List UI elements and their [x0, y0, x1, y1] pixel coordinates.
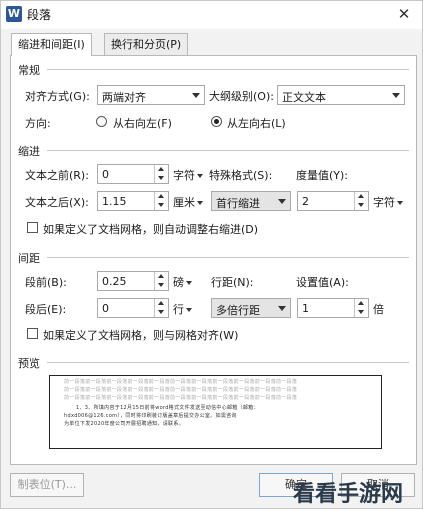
chevron-down-icon: [192, 93, 200, 98]
preview-previous-line: 前一段落前一段落前一段落前一段落前一段落前一段落前一段落前一段落前一段落前一段落…: [64, 379, 298, 385]
paragraph-dialog: W 段落 ✕ 缩进和间距(I) 换行和分页(P) 常规 对齐方式(G): 两端对…: [0, 0, 423, 509]
measure-spinner[interactable]: 2: [297, 191, 369, 211]
wps-writer-icon: W: [6, 6, 22, 22]
unit-dropdown-icon: [197, 201, 203, 205]
space-before-spinner[interactable]: 0.25: [97, 271, 169, 291]
alignment-label: 对齐方式(G):: [25, 90, 90, 103]
setting-value-unit: 倍: [373, 303, 384, 316]
spin-up-icon[interactable]: [358, 301, 364, 305]
preview-previous-line: 前一段落前一段落前一段落前一段落前一段落前一段落前一段落前一段落前一段落前一段落…: [64, 387, 298, 393]
indent-after-unit[interactable]: 厘米: [173, 194, 203, 210]
indent-before-label: 文本之前(R):: [25, 169, 89, 182]
preview-current-line: 为单位下发2020年度公司开展招聘通知，请联系。: [64, 421, 184, 427]
alignment-select[interactable]: 两端对齐: [97, 85, 205, 105]
special-format-select[interactable]: 首行缩进: [211, 191, 291, 211]
paragraph-preview: 前一段落前一段落前一段落前一段落前一段落前一段落前一段落前一段落前一段落前一段落…: [49, 375, 382, 449]
chevron-down-icon: [392, 93, 400, 98]
unit-dropdown-icon: [397, 201, 403, 205]
direction-label: 方向:: [25, 117, 51, 130]
snap-to-grid-label[interactable]: 如果定义了文档网格，则与网格对齐(W): [43, 327, 238, 343]
outline-level-label: 大纲级别(O):: [209, 90, 274, 103]
section-preview-heading: 预览: [18, 357, 40, 370]
space-before-label: 段前(B):: [25, 276, 67, 289]
ltr-radio[interactable]: [211, 116, 222, 127]
tab-indent-spacing[interactable]: 缩进和间距(I): [11, 33, 92, 56]
indent-before-value: 0: [102, 168, 109, 181]
preview-current-line: hdxd006@126.com），同时将印刷装订版盖章后提交办公室。如需咨询: [64, 413, 237, 419]
ltr-label[interactable]: 从左向右(L): [227, 115, 286, 131]
space-after-spinner[interactable]: 0: [97, 298, 169, 318]
close-icon[interactable]: ✕: [394, 4, 414, 24]
spin-down-icon[interactable]: [158, 176, 164, 180]
indent-before-spinner[interactable]: 0: [97, 164, 169, 184]
outline-level-select[interactable]: 正文文本: [277, 85, 405, 105]
space-after-unit[interactable]: 行: [173, 301, 192, 317]
section-divider: [47, 69, 409, 70]
tab-panel: 常规 对齐方式(G): 两端对齐 大纲级别(O): 正文文本 方向: 从右向左(…: [10, 55, 417, 465]
spin-down-icon[interactable]: [358, 310, 364, 314]
measure-value: 2: [302, 195, 309, 208]
section-general-heading: 常规: [18, 64, 40, 77]
rtl-label[interactable]: 从右向左(F): [113, 115, 172, 131]
spin-up-icon[interactable]: [158, 167, 164, 171]
chevron-down-icon: [278, 306, 286, 311]
chevron-down-icon: [278, 199, 286, 204]
section-divider: [47, 150, 409, 151]
snap-to-grid-checkbox[interactable]: [27, 328, 38, 339]
alignment-value: 两端对齐: [102, 91, 146, 104]
setting-value-spinner[interactable]: 1: [297, 298, 369, 318]
section-indent-heading: 缩进: [18, 145, 40, 158]
auto-adjust-indent-checkbox[interactable]: [27, 222, 38, 233]
spin-down-icon[interactable]: [158, 203, 164, 207]
space-after-value: 0: [102, 302, 109, 315]
preview-current-line: 1、3、所填内容于12月15日前将word格式文件发送至动信中心邮箱（邮箱：: [76, 405, 259, 411]
spin-down-icon[interactable]: [358, 203, 364, 207]
title-bar: W 段落 ✕: [1, 1, 422, 29]
unit-dropdown-icon: [186, 308, 192, 312]
line-spacing-label: 行距(N):: [211, 276, 254, 289]
section-divider: [47, 362, 409, 363]
special-format-label: 特殊格式(S):: [209, 169, 273, 182]
unit-dropdown-icon: [197, 174, 203, 178]
space-before-value: 0.25: [102, 275, 127, 288]
setting-value-label: 设置值(A):: [296, 276, 349, 289]
indent-after-value: 1.15: [102, 195, 127, 208]
indent-before-unit[interactable]: 字符: [173, 167, 203, 183]
spin-up-icon[interactable]: [158, 274, 164, 278]
spin-up-icon[interactable]: [158, 194, 164, 198]
measure-label: 度量值(Y):: [296, 169, 349, 182]
setting-value: 1: [302, 302, 309, 315]
special-format-value: 首行缩进: [216, 197, 260, 210]
spin-up-icon[interactable]: [358, 194, 364, 198]
outline-level-value: 正文文本: [282, 91, 326, 104]
section-spacing-heading: 间距: [18, 252, 40, 265]
line-spacing-select[interactable]: 多倍行距: [211, 298, 291, 318]
tab-line-page-breaks[interactable]: 换行和分页(P): [104, 33, 189, 55]
line-spacing-value: 多倍行距: [216, 304, 260, 317]
space-before-unit[interactable]: 磅: [173, 274, 192, 290]
space-after-label: 段后(E):: [25, 303, 67, 316]
tab-stops-button[interactable]: 制表位(T)...: [10, 473, 84, 497]
section-divider: [47, 257, 409, 258]
rtl-radio[interactable]: [96, 116, 107, 127]
indent-after-spinner[interactable]: 1.15: [97, 191, 169, 211]
spin-down-icon[interactable]: [158, 283, 164, 287]
indent-after-label: 文本之后(X):: [25, 196, 89, 209]
auto-adjust-indent-label[interactable]: 如果定义了文档网格，则自动调整右缩进(D): [43, 221, 258, 237]
unit-dropdown-icon: [186, 281, 192, 285]
site-watermark: 看看手游网: [293, 482, 404, 507]
measure-unit[interactable]: 字符: [373, 194, 403, 210]
dialog-title: 段落: [27, 8, 52, 22]
preview-previous-line: 前一段落前一段落前一段落前一段落前一段落前一段落前一段落前一段落前一段落前一段落…: [64, 395, 298, 401]
spin-down-icon[interactable]: [158, 310, 164, 314]
spin-up-icon[interactable]: [158, 301, 164, 305]
